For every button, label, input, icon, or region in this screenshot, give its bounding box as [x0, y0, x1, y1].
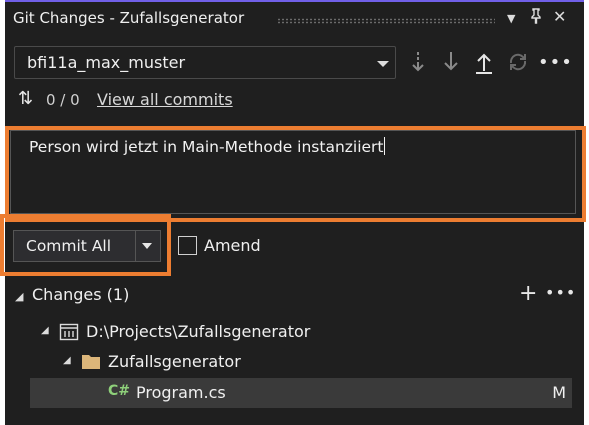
tree-row-project[interactable]: ◢ D:\Projects\Zufallsgenerator	[41, 319, 541, 345]
commit-message-highlight	[5, 126, 586, 222]
window-dropdown-icon[interactable]: ▼	[507, 12, 515, 25]
stage-all-plus-icon[interactable]: +	[519, 281, 537, 306]
tree-row-folder[interactable]: ◢ Zufallsgenerator	[63, 349, 563, 375]
close-icon[interactable]: ✕	[553, 7, 566, 26]
pin-icon[interactable]	[529, 8, 543, 28]
chevron-down-icon	[377, 61, 389, 67]
title-bar: Git Changes - Zufallsgenerator ▼ ✕	[5, 2, 584, 32]
project-path: D:\Projects\Zufallsgenerator	[86, 322, 311, 341]
pull-icon[interactable]	[440, 50, 462, 74]
expand-triangle-icon[interactable]: ◢	[63, 355, 71, 366]
csharp-file-icon: C#	[108, 383, 131, 399]
git-changes-panel: Git Changes - Zufallsgenerator ▼ ✕ bfi11…	[0, 0, 586, 425]
expand-triangle-icon[interactable]: ◢	[41, 325, 49, 336]
tree-row-file[interactable]: C# Program.cs M	[30, 378, 572, 408]
changes-section-header[interactable]: ◢ Changes (1) + •••	[15, 281, 576, 307]
incoming-outgoing-icon: ⇅	[18, 88, 34, 109]
sync-icon[interactable]	[506, 50, 528, 74]
view-all-commits-link[interactable]: View all commits	[97, 90, 233, 109]
commit-button-highlight	[0, 214, 171, 276]
expand-triangle-icon[interactable]: ◢	[15, 290, 23, 303]
changes-more-icon[interactable]: •••	[545, 283, 576, 302]
changes-title: Changes (1)	[32, 285, 130, 304]
title-drag-grip[interactable]	[277, 18, 495, 24]
amend-label[interactable]: Amend	[204, 236, 261, 255]
amend-checkbox[interactable]	[178, 236, 197, 255]
more-options-icon[interactable]: •••	[538, 52, 572, 76]
branch-name: bfi11a_max_muster	[27, 53, 186, 72]
folder-icon	[81, 353, 101, 374]
panel-title: Git Changes - Zufallsgenerator	[13, 9, 245, 27]
push-icon[interactable]	[473, 50, 495, 74]
branch-selector[interactable]: bfi11a_max_muster	[14, 46, 396, 79]
file-status-badge: M	[552, 383, 566, 402]
fetch-icon[interactable]	[407, 50, 429, 74]
file-name: Program.cs	[136, 383, 226, 402]
folder-name: Zufallsgenerator	[108, 352, 241, 371]
repository-icon	[59, 322, 79, 345]
incoming-outgoing-count: 0 / 0	[46, 91, 80, 109]
